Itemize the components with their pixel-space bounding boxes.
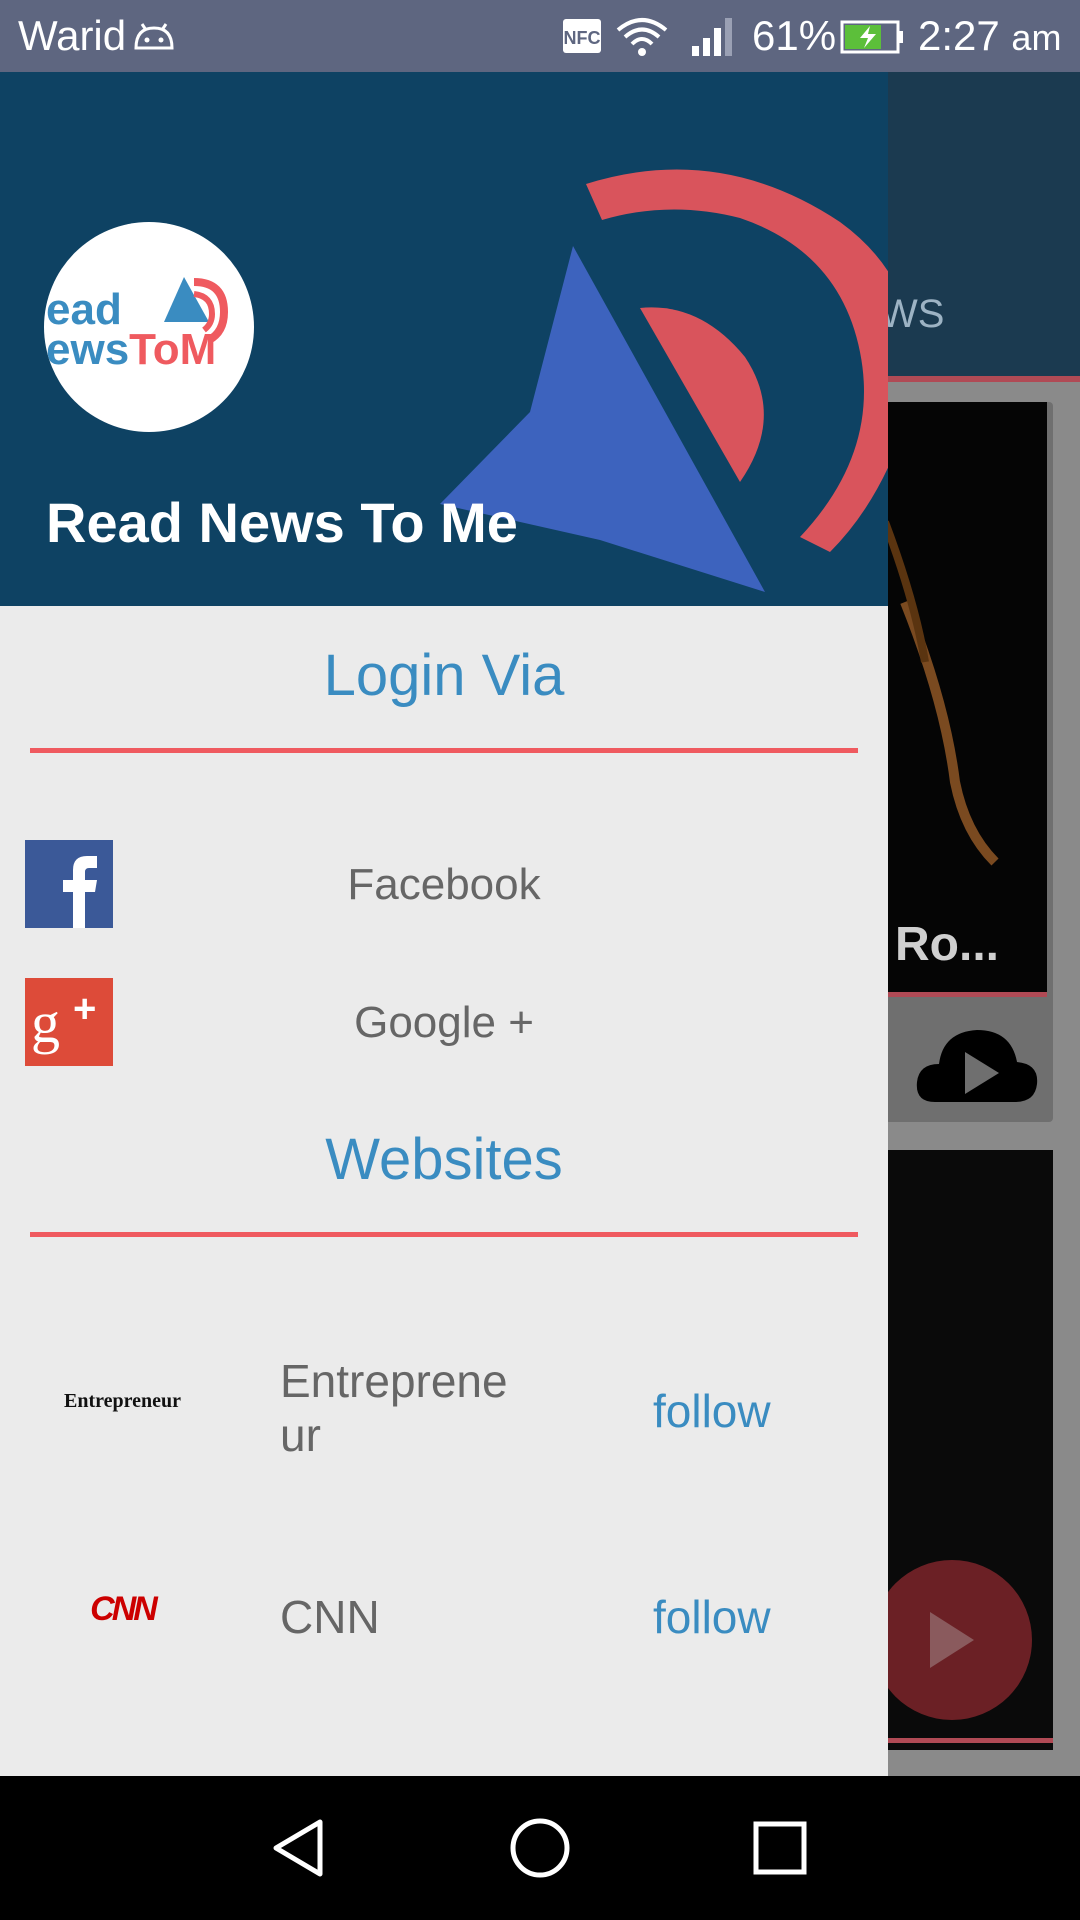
background-news-card: Ro...	[885, 402, 1053, 1122]
google-plus-login-label: Google +	[354, 998, 534, 1047]
read-news-logo: ead ewsToM	[46, 277, 229, 374]
drawer-header: ead ewsToM Read News To Me	[0, 72, 888, 606]
battery-percent: 61%	[752, 12, 837, 59]
navigation-drawer: ead ewsToM Read News To Me Login Via Fac…	[0, 72, 888, 1776]
website-name-line2: ur	[280, 1409, 321, 1461]
login-section-divider	[30, 748, 858, 753]
follow-button-entrepreneur[interactable]: follow	[653, 1384, 771, 1438]
cloud-play-icon	[916, 1030, 1038, 1102]
website-name-entrepreneur: Entreprene ur	[280, 1354, 510, 1462]
websites-section-divider	[30, 1232, 858, 1237]
website-name-cnn: CNN	[280, 1591, 380, 1643]
carrier-name: Warid	[18, 12, 127, 59]
background-card-divider	[885, 992, 1047, 997]
svg-text:NFC: NFC	[564, 28, 601, 48]
recents-icon[interactable]	[752, 1820, 808, 1876]
cnn-logo: CNN	[90, 1590, 158, 1628]
website-name-line1: Entreprene	[280, 1355, 508, 1407]
app-name: Read News To Me	[46, 491, 518, 554]
signal-icon	[692, 18, 732, 56]
android-debug-icon	[134, 23, 174, 50]
app-logo-avatar: ead ewsToM	[44, 222, 254, 432]
clock-ampm: am	[1011, 17, 1062, 58]
facebook-login-option[interactable]: Facebook	[0, 840, 888, 930]
background-card-divider-2	[885, 1738, 1053, 1743]
svg-text:ewsToM: ewsToM	[46, 325, 216, 374]
back-icon[interactable]	[268, 1816, 328, 1880]
clock-time: 2:27	[918, 12, 1000, 59]
google-plus-login-option[interactable]: g + Google +	[0, 978, 888, 1068]
background-play-button	[872, 1560, 1032, 1720]
background-tab: WS	[880, 292, 945, 336]
system-navigation-bar	[0, 1776, 1080, 1920]
websites-section-title: Websites	[325, 1127, 563, 1192]
status-bar: Warid NFC 61% 2:27 am	[0, 0, 1080, 72]
background-card-title: Ro...	[895, 918, 999, 971]
facebook-login-label: Facebook	[347, 860, 541, 909]
battery-charging-icon	[840, 20, 903, 54]
clock: 2:27 am	[918, 12, 1061, 62]
entrepreneur-logo: Entrepreneur	[63, 1390, 182, 1412]
login-section-title: Login Via	[323, 643, 565, 708]
nfc-icon: NFC	[563, 19, 601, 53]
wifi-icon	[616, 18, 668, 56]
home-icon[interactable]	[508, 1816, 572, 1880]
play-icon	[930, 1612, 974, 1668]
follow-button-cnn[interactable]: follow	[653, 1590, 771, 1644]
background-card-image	[885, 402, 1047, 992]
